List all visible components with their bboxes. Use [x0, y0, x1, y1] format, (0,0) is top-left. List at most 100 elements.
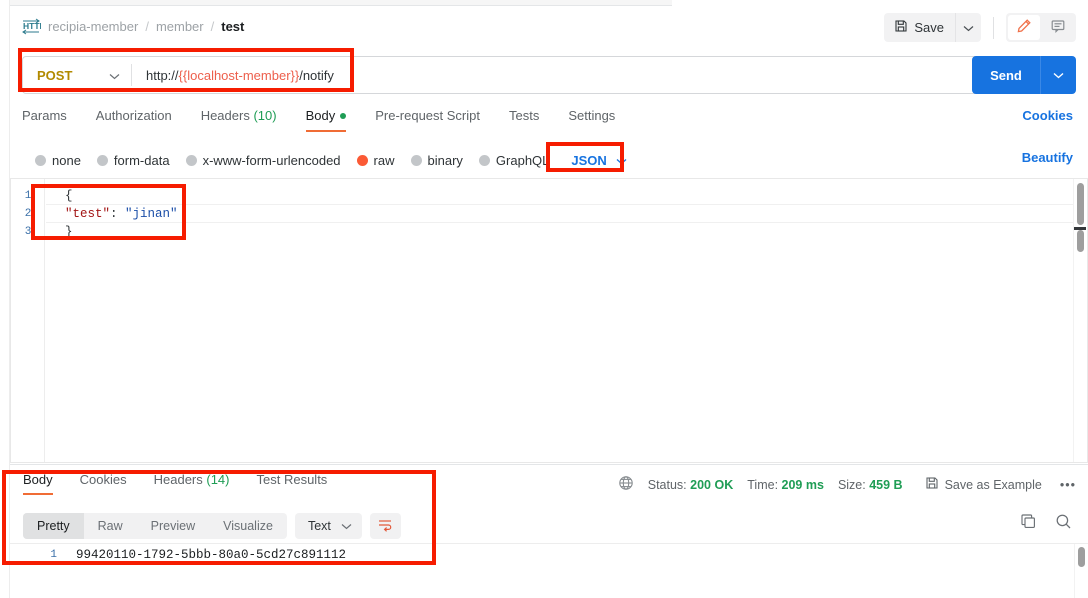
url-row: POST http://{{localhost-member}}/notify … — [10, 53, 1088, 98]
url-scheme: http:// — [146, 67, 179, 83]
response-view-tabs: Pretty Raw Preview Visualize Text — [10, 509, 1088, 543]
response-status-bar: Status: 200 OK Time: 209 ms Size: 459 B … — [618, 475, 1076, 494]
tab-label: Authorization — [95, 108, 172, 123]
editor-scrollbar[interactable] — [1073, 179, 1087, 462]
time-readout: Time: 209 ms — [747, 478, 824, 492]
editor-code[interactable]: 1 { 2 "test": "jinan" 3 } — [11, 187, 1087, 241]
save-as-example-button[interactable]: Save as Example — [925, 476, 1042, 493]
response-scrollbar-thumb[interactable] — [1078, 547, 1085, 567]
radio-icon — [96, 154, 108, 166]
request-tabs: Params Authorization Headers (10) Body P… — [10, 108, 1088, 140]
tab-label: Body — [23, 472, 53, 487]
raw-format-select[interactable]: JSON — [571, 152, 627, 168]
magnifier-icon[interactable] — [1055, 513, 1072, 533]
breadcrumb-folder[interactable]: member — [156, 19, 204, 34]
line-number: 1 — [50, 549, 57, 561]
tab-label: Tests — [508, 108, 540, 123]
breadcrumb-separator: / — [210, 19, 215, 34]
save-button[interactable]: Save — [884, 13, 956, 42]
header-actions: Save — [884, 13, 1076, 42]
header-divider — [993, 16, 994, 39]
save-as-example-label: Save as Example — [944, 477, 1042, 492]
body-type-graphql[interactable]: GraphQL — [478, 152, 550, 168]
chevron-down-icon — [109, 68, 120, 83]
body-type-binary[interactable]: binary — [410, 153, 463, 168]
edit-mode-button[interactable] — [1008, 15, 1040, 40]
url-path: /notify — [299, 67, 334, 83]
tab-settings[interactable]: Settings — [568, 108, 615, 132]
send-options-button[interactable] — [1041, 56, 1076, 94]
json-key: "test" — [65, 207, 111, 221]
line-content: } — [65, 225, 73, 239]
breadcrumb-request[interactable]: test — [221, 19, 244, 34]
word-wrap-button[interactable] — [369, 513, 401, 539]
comments-button[interactable] — [1042, 15, 1074, 40]
response-format-value: Text — [307, 519, 331, 533]
tab-params[interactable]: Params — [22, 108, 67, 132]
request-body-editor[interactable]: 1 { 2 "test": "jinan" 3 } — [10, 178, 1088, 463]
size-label: Size: — [837, 477, 866, 492]
radio-icon — [35, 154, 46, 166]
line-number: 2 — [24, 208, 32, 220]
tab-authorization[interactable]: Authorization — [96, 108, 172, 132]
save-options-button[interactable] — [956, 13, 981, 42]
body-type-label: x-www-form-urlencoded — [202, 152, 341, 168]
code-line: 2 "test": "jinan" — [11, 205, 1087, 223]
body-type-raw[interactable]: raw — [356, 153, 395, 168]
word-wrap-icon — [377, 518, 393, 535]
raw-format-value: JSON — [571, 152, 607, 168]
view-tab-visualize[interactable]: Visualize — [209, 513, 287, 539]
radio-icon — [185, 154, 197, 166]
save-group: Save — [884, 13, 981, 42]
view-tab-pretty[interactable]: Pretty — [23, 513, 84, 539]
json-value: "jinan" — [125, 207, 178, 221]
response-tab-cookies[interactable]: Cookies — [80, 472, 127, 495]
tab-body[interactable]: Body — [305, 108, 347, 132]
tab-label: Pre-request Script — [375, 108, 480, 123]
tab-label: Headers — [200, 108, 250, 123]
tab-pre-request-script[interactable]: Pre-request Script — [375, 108, 480, 132]
body-type-x-www-form-urlencoded[interactable]: x-www-form-urlencoded — [185, 152, 341, 168]
breadcrumb-collection[interactable]: recipia-member — [48, 19, 138, 34]
response-format-select[interactable]: Text — [294, 513, 362, 539]
radio-icon — [478, 154, 490, 166]
json-colon: : — [110, 207, 118, 221]
body-type-label: GraphQL — [495, 152, 550, 168]
status-readout: Status: 200 OK — [648, 478, 734, 492]
time-value: 209 ms — [781, 477, 824, 492]
copy-icon[interactable] — [1020, 513, 1037, 533]
tab-label: Settings — [568, 108, 616, 123]
url-input[interactable]: http://{{localhost-member}}/notify — [132, 57, 981, 93]
http-method-value: POST — [37, 67, 73, 83]
http-method-select[interactable]: POST — [23, 57, 131, 93]
response-body-viewer[interactable]: 1 99420110-1792-5bbb-80a0-5cd27c891112 — [10, 543, 1088, 598]
response-scrollbar[interactable] — [1074, 544, 1088, 598]
beautify-link[interactable]: Beautify — [1022, 150, 1073, 165]
tab-headers[interactable]: Headers (10) — [201, 108, 277, 132]
response-line-content: 99420110-1792-5bbb-80a0-5cd27c891112 — [76, 548, 347, 562]
radio-icon-selected — [356, 154, 368, 166]
response-tab-test-results[interactable]: Test Results — [257, 472, 328, 495]
url-variable: {{localhost-member}} — [178, 67, 300, 83]
http-protocol-icon: HTTP — [22, 18, 41, 35]
headers-count: (10) — [253, 108, 277, 123]
globe-icon[interactable] — [618, 475, 634, 494]
status-label: Status: — [647, 477, 687, 492]
ellipsis-icon[interactable]: ••• — [1060, 478, 1076, 492]
cookies-link[interactable]: Cookies — [1022, 108, 1073, 123]
postman-request-window: HTTP recipia-member / member / test — [0, 0, 1088, 598]
editor-scrollbar-thumb[interactable] — [1077, 183, 1084, 225]
response-line: 1 99420110-1792-5bbb-80a0-5cd27c891112 — [10, 547, 1088, 564]
view-tab-preview[interactable]: Preview — [137, 513, 209, 539]
response-tab-body[interactable]: Body — [23, 472, 53, 495]
request-header: HTTP recipia-member / member / test — [10, 6, 1088, 48]
view-tab-group: Pretty Raw Preview Visualize — [23, 513, 287, 539]
view-tab-raw[interactable]: Raw — [84, 513, 137, 539]
radio-icon — [410, 154, 422, 166]
body-type-form-data[interactable]: form-data — [96, 153, 170, 168]
send-button[interactable]: Send — [972, 56, 1041, 94]
response-tab-headers[interactable]: Headers (14) — [154, 472, 230, 495]
tab-tests[interactable]: Tests — [509, 108, 539, 132]
editor-scrollbar-thumb-secondary[interactable] — [1077, 230, 1084, 252]
body-type-none[interactable]: none — [35, 153, 81, 168]
